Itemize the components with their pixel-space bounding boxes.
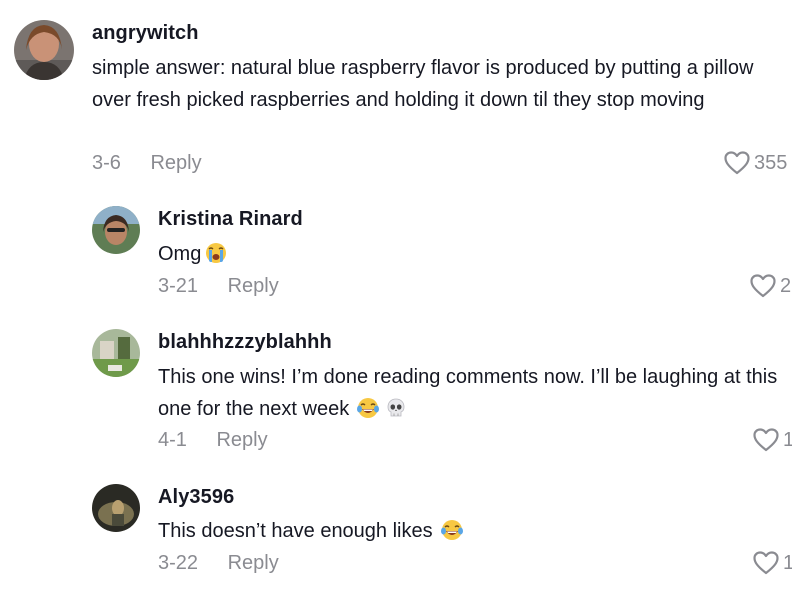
comment-username[interactable]: blahhhzzzyblahhh bbox=[158, 331, 332, 354]
comment-meta: 3-6 Reply bbox=[92, 152, 202, 175]
comment-username[interactable]: Aly3596 bbox=[158, 486, 234, 509]
like-count: 355 bbox=[754, 151, 788, 174]
comment-text: This doesn’t have enough likes bbox=[158, 515, 758, 547]
loudly-crying-face-icon bbox=[205, 242, 227, 264]
face-with-tears-of-joy-icon bbox=[440, 519, 463, 541]
comment-text: This one wins! I’m done reading comments… bbox=[158, 361, 788, 425]
comment-text-content: simple answer: natural blue raspberry fl… bbox=[92, 57, 754, 111]
avatar[interactable] bbox=[92, 484, 140, 532]
like-button[interactable]: 1 bbox=[753, 428, 792, 452]
reply-button[interactable]: Reply bbox=[228, 552, 279, 574]
comment-username[interactable]: Kristina Rinard bbox=[158, 208, 303, 231]
heart-icon bbox=[753, 551, 779, 575]
face-with-tears-of-joy-icon bbox=[357, 397, 380, 419]
comment-text: simple answer: natural blue raspberry fl… bbox=[92, 52, 782, 116]
comment-username[interactable]: angrywitch bbox=[92, 22, 199, 45]
comment-date: 3-21 bbox=[158, 275, 199, 297]
avatar[interactable] bbox=[92, 329, 140, 377]
avatar[interactable] bbox=[14, 20, 74, 80]
comment-meta: 4-1 Reply bbox=[158, 429, 268, 452]
reply-button[interactable]: Reply bbox=[150, 152, 201, 174]
heart-icon bbox=[753, 428, 779, 452]
comment-date: 4-1 bbox=[158, 429, 187, 451]
like-count: 1 bbox=[783, 428, 792, 451]
comment-meta: 3-21 Reply bbox=[158, 275, 279, 298]
reply-button[interactable]: Reply bbox=[228, 275, 279, 297]
comment-text-content: This one wins! I’m done reading comments… bbox=[158, 366, 778, 420]
comment-text: Omg bbox=[158, 238, 758, 270]
like-button[interactable]: 2 bbox=[750, 274, 791, 298]
comment-date: 3-6 bbox=[92, 152, 121, 174]
reply-button[interactable]: Reply bbox=[216, 429, 267, 451]
comment-text-content: This doesn’t have enough likes bbox=[158, 520, 433, 542]
like-count: 1 bbox=[783, 551, 792, 574]
comment-date: 3-22 bbox=[158, 552, 199, 574]
avatar[interactable] bbox=[92, 206, 140, 254]
like-count: 2 bbox=[780, 274, 792, 297]
like-button[interactable]: 1 bbox=[753, 551, 792, 575]
skull-icon bbox=[385, 397, 407, 419]
comment-meta: 3-22 Reply bbox=[158, 552, 279, 575]
like-button[interactable]: 355 bbox=[724, 151, 787, 175]
heart-icon bbox=[724, 151, 750, 175]
heart-icon bbox=[750, 274, 776, 298]
comment-text-content: Omg bbox=[158, 243, 202, 265]
